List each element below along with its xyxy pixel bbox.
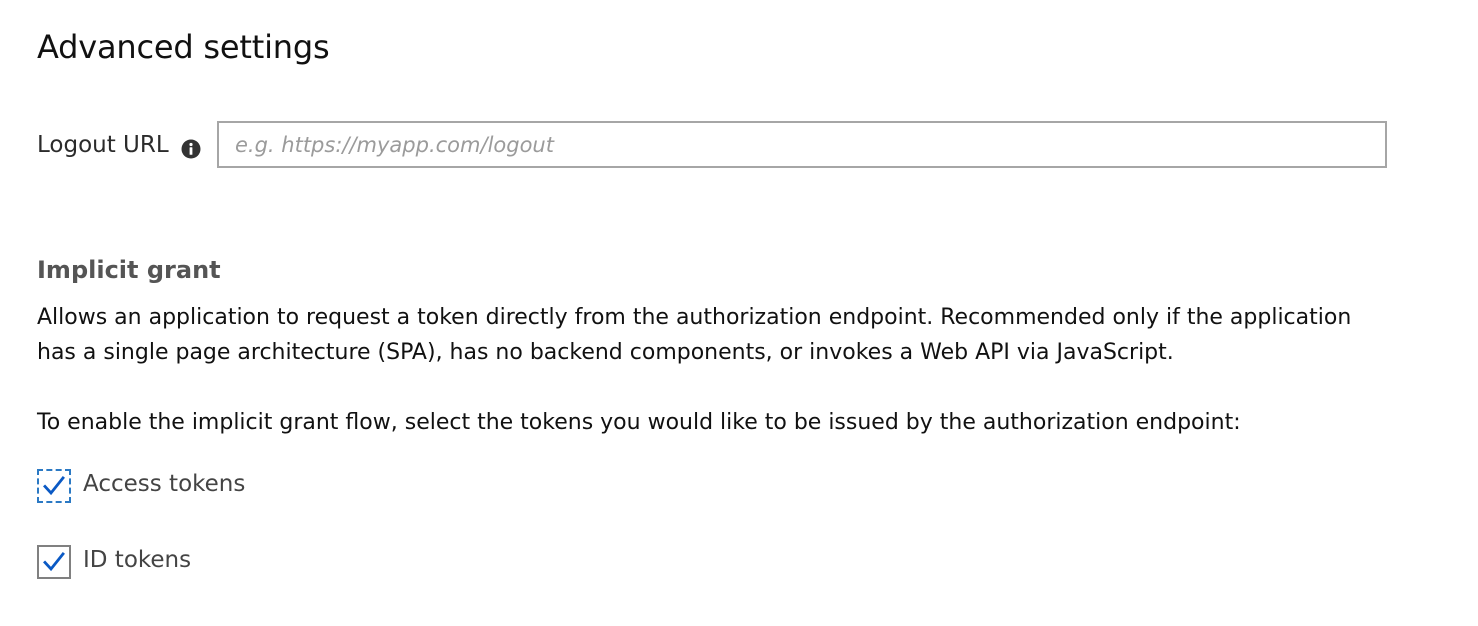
page-title: Advanced settings xyxy=(37,28,330,66)
logout-url-input[interactable] xyxy=(217,121,1387,168)
id-tokens-label[interactable]: ID tokens xyxy=(83,547,191,573)
access-tokens-checkbox-row[interactable]: Access tokens xyxy=(37,469,437,503)
access-tokens-label[interactable]: Access tokens xyxy=(83,471,245,497)
info-icon[interactable] xyxy=(181,139,201,159)
logout-url-row: Logout URL xyxy=(37,121,1387,168)
implicit-grant-heading: Implicit grant xyxy=(37,256,221,284)
id-tokens-checkbox-row[interactable]: ID tokens xyxy=(37,545,437,579)
checkmark-icon xyxy=(43,552,65,572)
id-tokens-checkbox[interactable] xyxy=(37,545,71,579)
advanced-settings-page: Advanced settings Logout URL Implicit gr… xyxy=(0,0,1478,626)
checkmark-icon xyxy=(43,476,65,496)
logout-url-label: Logout URL xyxy=(37,132,169,158)
implicit-grant-description: Allows an application to request a token… xyxy=(37,305,1352,365)
access-tokens-checkbox[interactable] xyxy=(37,469,71,503)
implicit-grant-instruction: To enable the implicit grant flow, selec… xyxy=(37,410,1241,435)
